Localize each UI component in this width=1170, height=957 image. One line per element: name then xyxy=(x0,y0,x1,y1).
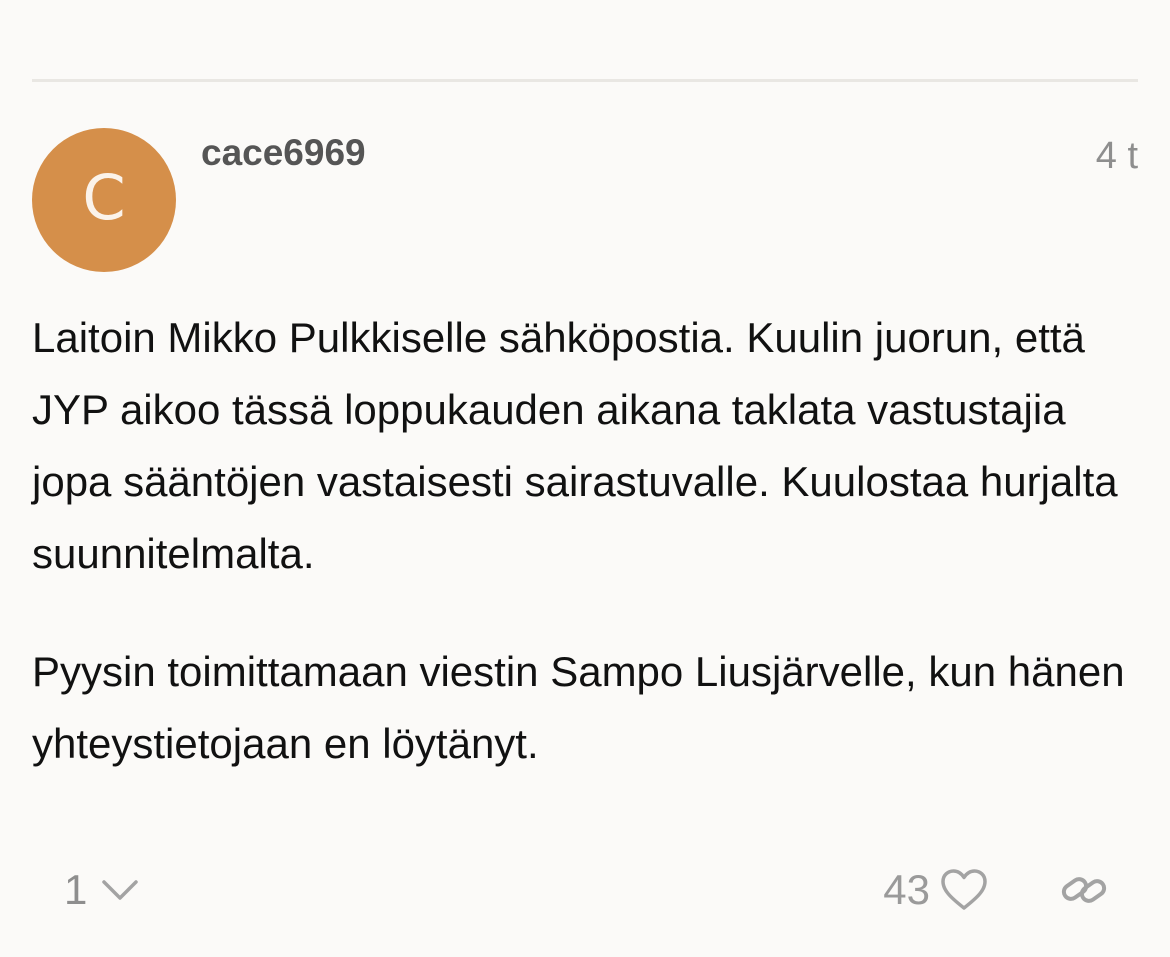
avatar-letter: C xyxy=(82,161,126,234)
link-icon xyxy=(1060,870,1108,910)
heart-icon xyxy=(940,868,988,912)
reply-count: 1 xyxy=(64,866,88,913)
avatar[interactable]: C xyxy=(32,128,176,272)
post-body: Laitoin Mikko Pulkkiselle sähköpostia. K… xyxy=(32,302,1142,780)
username-link[interactable]: cace6969 xyxy=(201,131,366,175)
like-button[interactable]: 43 xyxy=(883,864,988,916)
post-date[interactable]: 4 t xyxy=(1096,134,1138,178)
like-count: 43 xyxy=(883,866,930,913)
post: C cace6969 4 t Laitoin Mikko Pulkkiselle… xyxy=(0,0,1170,957)
post-actions: 43 xyxy=(883,862,1108,918)
show-replies-button[interactable]: 1 xyxy=(64,864,139,916)
post-divider xyxy=(32,79,1138,82)
share-link-button[interactable] xyxy=(1060,870,1108,910)
chevron-down-icon xyxy=(101,878,139,902)
post-paragraph: Laitoin Mikko Pulkkiselle sähköpostia. K… xyxy=(32,314,1118,577)
post-paragraph: Pyysin toimittamaan viestin Sampo Liusjä… xyxy=(32,648,1125,767)
